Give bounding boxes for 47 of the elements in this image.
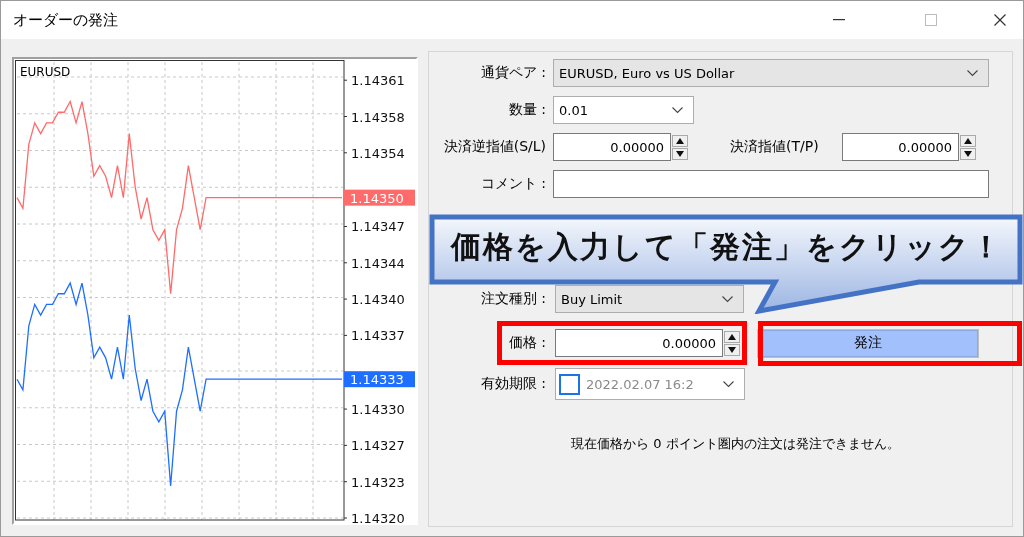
take-profit-field[interactable]: 0.00000 (842, 133, 959, 161)
field-label: 有効期限 : (479, 375, 547, 393)
checkbox[interactable] (559, 373, 580, 395)
price-badge: 1.14350 (344, 189, 415, 206)
price-badge: 1.14333 (344, 371, 415, 388)
symbol-label: EURUSD (20, 65, 71, 79)
axis-tick-label: 1.14320 (351, 511, 405, 523)
minimize-icon[interactable] (833, 19, 845, 21)
spin-up-icon[interactable] (724, 330, 740, 343)
axis-tick-label: 1.14330 (351, 402, 405, 418)
symbol-dropdown[interactable]: EURUSD, Euro vs US Dollar (553, 59, 989, 87)
callout-text: 価格を入力して「発注」をクリック！ (451, 228, 1003, 266)
axis-tick-label: 1.14344 (351, 255, 405, 271)
comment-field[interactable] (553, 170, 989, 198)
field-label: 注文種別 : (479, 290, 547, 308)
axis-tick-label: 1.14340 (351, 292, 405, 308)
spin-down-icon[interactable] (724, 343, 740, 356)
dropdown-caret-icon (672, 106, 683, 114)
price-field[interactable]: 0.00000 (555, 329, 723, 357)
axis-tick-label: 1.14361 (351, 73, 405, 89)
spin-down-icon[interactable] (960, 147, 976, 160)
volume-dropdown[interactable]: 0.01 (553, 96, 694, 124)
close-icon[interactable] (994, 14, 1006, 26)
field-label: 決済逆指値(S/L) (442, 138, 547, 156)
axis-tick-label: 1.14337 (351, 328, 405, 344)
dropdown-caret-icon (967, 69, 978, 77)
field-label: 決済指値(T/P) (730, 138, 820, 156)
dropdown-caret-icon (722, 295, 733, 303)
expiration-picker[interactable]: 2022.02.07 16:2 (555, 368, 745, 400)
axis-tick-label: 1.14358 (351, 109, 405, 125)
axis-tick-label: 1.14347 (351, 219, 405, 235)
spin-up-icon[interactable] (960, 134, 976, 147)
spin-up-icon[interactable] (672, 134, 688, 147)
info-message: 現在価格から 0 ポイント圏内の注文は発注できません。 (570, 435, 901, 453)
dropdown-caret-icon (723, 380, 734, 388)
field-label: コメント : (479, 175, 547, 193)
window-title: オーダーの発注 (13, 10, 119, 30)
place-order-button[interactable]: 発注 (758, 329, 978, 357)
spin-down-icon[interactable] (672, 147, 688, 160)
field-label: 価格 : (507, 334, 547, 352)
order-type-dropdown[interactable]: Buy Limit (555, 285, 744, 313)
field-label: 数量 : (507, 101, 547, 119)
stop-loss-field[interactable]: 0.00000 (553, 133, 671, 161)
axis-tick-label: 1.14354 (351, 145, 405, 161)
field-label: 通貨ペア : (479, 64, 547, 82)
axis-tick-label: 1.14323 (351, 474, 405, 490)
axis-tick-label: 1.14327 (351, 438, 405, 454)
